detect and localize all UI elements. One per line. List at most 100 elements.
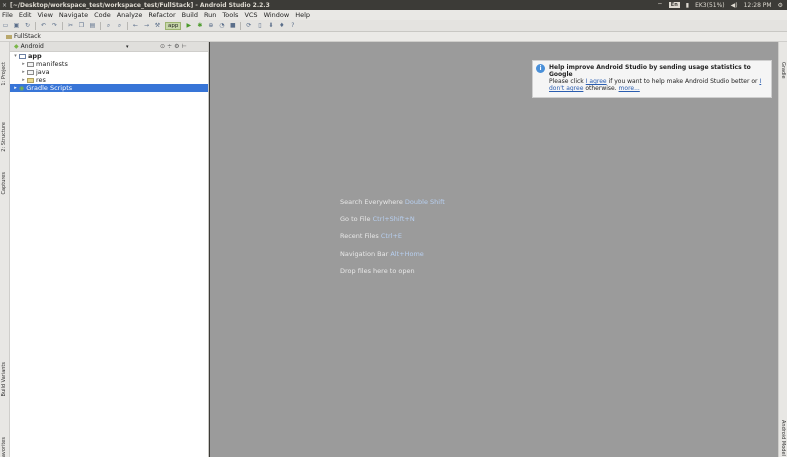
collapse-all-icon[interactable]: ÷ [167, 43, 174, 50]
profile-icon[interactable]: ◔ [218, 22, 225, 29]
tree-item-gradle-scripts[interactable]: ▸ ◉ Gradle Scripts [10, 84, 208, 92]
collapse-arrow-icon[interactable]: ▸ [12, 85, 19, 91]
menu-file[interactable]: File [2, 11, 13, 19]
menu-view[interactable]: View [37, 11, 52, 19]
run-configuration-select[interactable]: app [165, 21, 182, 30]
tree-item-app[interactable]: ▾ app [10, 52, 208, 60]
right-tool-window-strip: Gradle Android Model [778, 42, 787, 457]
left-tool-window-strip: 1: Project 2: Structure Captures Build V… [0, 42, 10, 457]
stop-icon[interactable]: ■ [229, 22, 236, 29]
hint-text: Go to File [340, 215, 371, 223]
run-icon[interactable]: ▶ [185, 22, 192, 29]
settings-gear-icon[interactable]: ⚙ [778, 2, 783, 9]
tree-item-label: java [36, 68, 50, 76]
tree-item-label: res [36, 76, 46, 84]
avd-manager-icon[interactable]: ▯ [256, 22, 263, 29]
hint-text: Search Everywhere [340, 198, 403, 206]
save-all-icon[interactable]: ▣ [13, 22, 20, 29]
attach-debugger-icon[interactable]: ⊕ [207, 22, 214, 29]
sync-icon[interactable]: ↻ [24, 22, 31, 29]
tree-item-java[interactable]: ▸ java [10, 68, 208, 76]
tree-item-res[interactable]: ▸ res [10, 76, 208, 84]
volume-icon[interactable]: ◀) [731, 2, 738, 9]
system-tray: ⌔ En ▮ EK3(51%) ◀) 12:28 PM ⚙ [657, 0, 783, 10]
folder-icon [27, 69, 34, 75]
debug-icon[interactable]: ✱ [196, 22, 203, 29]
sdk-manager-icon[interactable]: ⬇ [267, 22, 274, 29]
menu-navigate[interactable]: Navigate [59, 11, 88, 19]
hint-shortcut: Alt+Home [390, 250, 424, 258]
gradle-icon: ◉ [19, 84, 25, 92]
find-icon[interactable]: ⌕ [105, 22, 112, 29]
paste-icon[interactable]: ▤ [89, 22, 96, 29]
open-folder-icon[interactable]: ▭ [2, 22, 9, 29]
make-project-icon[interactable]: ⚒ [154, 22, 161, 29]
sync-gradle-icon[interactable]: ⟳ [245, 22, 252, 29]
redo-icon[interactable]: ↷ [51, 22, 58, 29]
menu-help[interactable]: Help [295, 11, 310, 19]
wifi-icon[interactable]: ⌔ [657, 1, 663, 9]
menu-analyze[interactable]: Analyze [117, 11, 143, 19]
help-icon[interactable]: ? [289, 22, 296, 29]
menu-vcs[interactable]: VCS [244, 11, 257, 19]
tool-tab-structure[interactable]: 2: Structure [1, 122, 9, 152]
expand-arrow-icon[interactable]: ▾ [12, 53, 19, 59]
notification-text: Please click [549, 78, 584, 85]
back-icon[interactable]: ← [132, 22, 139, 29]
tool-tab-gradle[interactable]: Gradle [780, 62, 786, 79]
close-window-icon[interactable]: × [2, 2, 7, 9]
keyboard-layout-indicator[interactable]: En [668, 2, 680, 8]
project-view-mode[interactable]: Android [21, 43, 44, 50]
tool-tab-project[interactable]: 1: Project [1, 62, 9, 86]
collapse-arrow-icon[interactable]: ▸ [20, 61, 27, 67]
tree-item-manifests[interactable]: ▸ manifests [10, 60, 208, 68]
usage-statistics-notification: i Help improve Android Studio by sending… [532, 60, 772, 98]
more-link[interactable]: more... [619, 85, 640, 92]
menu-refactor[interactable]: Refactor [148, 11, 175, 19]
android-device-monitor-icon[interactable]: ♦ [278, 22, 285, 29]
hide-panel-icon[interactable]: ⊢ [181, 43, 188, 50]
project-folder-icon [6, 34, 12, 39]
collapse-arrow-icon[interactable]: ▸ [20, 69, 27, 75]
cut-icon[interactable]: ✂ [67, 22, 74, 29]
android-icon: ◆ [14, 43, 19, 50]
window-title-bar: × [~/Desktop/workspace_test/workspace_te… [0, 0, 787, 10]
collapse-arrow-icon[interactable]: ▸ [20, 77, 27, 83]
notification-body: Please click I agree if you want to help… [549, 78, 767, 92]
clock[interactable]: 12:28 PM [744, 2, 772, 9]
hint-shortcut: Ctrl+Shift+N [372, 215, 415, 223]
view-mode-dropdown-icon[interactable]: ▾ [126, 44, 129, 50]
hint-text: Navigation Bar [340, 250, 389, 258]
tool-tab-build-variants[interactable]: Build Variants [1, 362, 9, 396]
replace-icon[interactable]: ⌕ [116, 22, 123, 29]
hint-navigation-bar: Navigation Bar Alt+Home [340, 250, 424, 258]
hint-shortcut: Ctrl+E [380, 232, 402, 240]
panel-header-actions: ⊙÷⚙⊢ [160, 43, 189, 50]
forward-icon[interactable]: → [143, 22, 150, 29]
breadcrumb-project[interactable]: FullStack [14, 33, 41, 40]
menu-tools[interactable]: Tools [222, 11, 238, 19]
editor-area[interactable]: Search Everywhere Double Shift Go to Fil… [210, 42, 778, 457]
undo-icon[interactable]: ↶ [40, 22, 47, 29]
tree-item-label: Gradle Scripts [26, 84, 73, 92]
battery-status[interactable]: EK3(51%) [695, 2, 725, 9]
folder-icon [27, 61, 34, 67]
tool-tab-favorites[interactable]: Favorites [1, 437, 9, 457]
agree-link[interactable]: I agree [586, 78, 607, 85]
menu-run[interactable]: Run [204, 11, 216, 19]
menu-build[interactable]: Build [182, 11, 198, 19]
menu-code[interactable]: Code [94, 11, 111, 19]
hint-go-to-file: Go to File Ctrl+Shift+N [340, 215, 415, 223]
project-tree: ▾ app ▸ manifests ▸ java ▸ res ▸ ◉ Gradl… [10, 52, 208, 92]
menu-window[interactable]: Window [264, 11, 290, 19]
menu-edit[interactable]: Edit [19, 11, 32, 19]
battery-icon[interactable]: ▮ [686, 2, 689, 9]
res-folder-icon [27, 77, 34, 83]
notification-text: otherwise. [585, 85, 617, 92]
copy-icon[interactable]: ❐ [78, 22, 85, 29]
tool-tab-captures[interactable]: Captures [1, 172, 9, 195]
sync-scroll-icon[interactable]: ⊙ [160, 43, 167, 50]
module-icon [19, 53, 26, 59]
tool-tab-android-model[interactable]: Android Model [780, 420, 786, 456]
notification-text: if you want to help make Android Studio … [608, 78, 758, 85]
